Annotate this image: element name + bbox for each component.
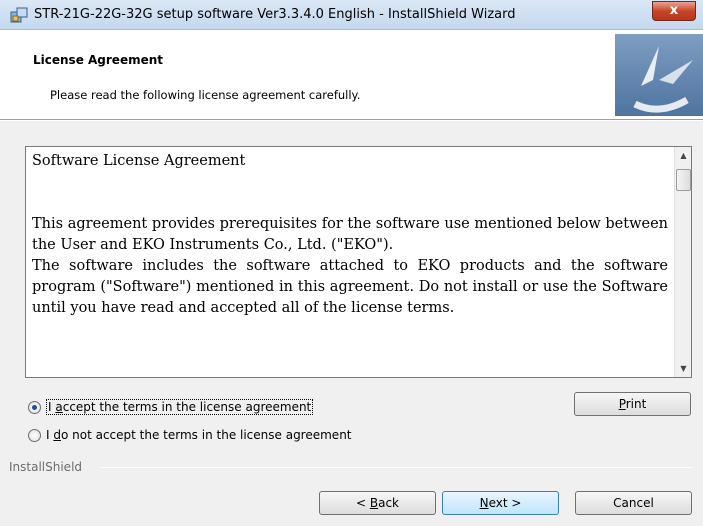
accept-radio[interactable]: [28, 400, 41, 414]
title-bar: STR-21G-22G-32G setup software Ver3.3.4.…: [0, 0, 703, 30]
installer-app-icon: [10, 7, 28, 23]
window-title: STR-21G-22G-32G setup software Ver3.3.4.…: [34, 7, 516, 22]
decline-label: I do not accept the terms in the license…: [46, 428, 352, 442]
license-paragraph: The software includes the software attac…: [32, 258, 668, 316]
print-button[interactable]: Print: [574, 392, 691, 416]
scroll-down-icon[interactable]: ▼: [679, 364, 688, 373]
accept-label: I accept the terms in the license agreem…: [46, 399, 314, 415]
vertical-scrollbar[interactable]: ▲ ▼: [674, 147, 691, 377]
installshield-logo-icon: [615, 34, 703, 116]
close-icon: x: [669, 3, 679, 18]
license-text: Software License Agreement This agreemen…: [32, 151, 668, 319]
license-title: Software License Agreement: [32, 153, 246, 169]
next-button[interactable]: Next >: [442, 491, 559, 515]
wizard-header: License Agreement Please read the follow…: [0, 30, 703, 120]
footer-divider: [100, 467, 693, 468]
license-paragraph: This agreement provides prerequisites fo…: [32, 216, 668, 253]
scroll-up-icon[interactable]: ▲: [679, 151, 688, 160]
cancel-button[interactable]: Cancel: [575, 491, 692, 515]
license-text-box[interactable]: Software License Agreement This agreemen…: [25, 146, 692, 378]
decline-radio[interactable]: [28, 428, 41, 442]
page-title: License Agreement: [33, 53, 164, 67]
installshield-brand: InstallShield: [9, 460, 83, 474]
scroll-thumb[interactable]: [676, 169, 691, 191]
close-button[interactable]: x: [652, 1, 696, 21]
decline-option[interactable]: I do not accept the terms in the license…: [28, 426, 352, 444]
accept-option[interactable]: I accept the terms in the license agreem…: [28, 398, 314, 416]
back-button[interactable]: < Back: [319, 491, 436, 515]
page-subtitle: Please read the following license agreem…: [50, 88, 361, 102]
